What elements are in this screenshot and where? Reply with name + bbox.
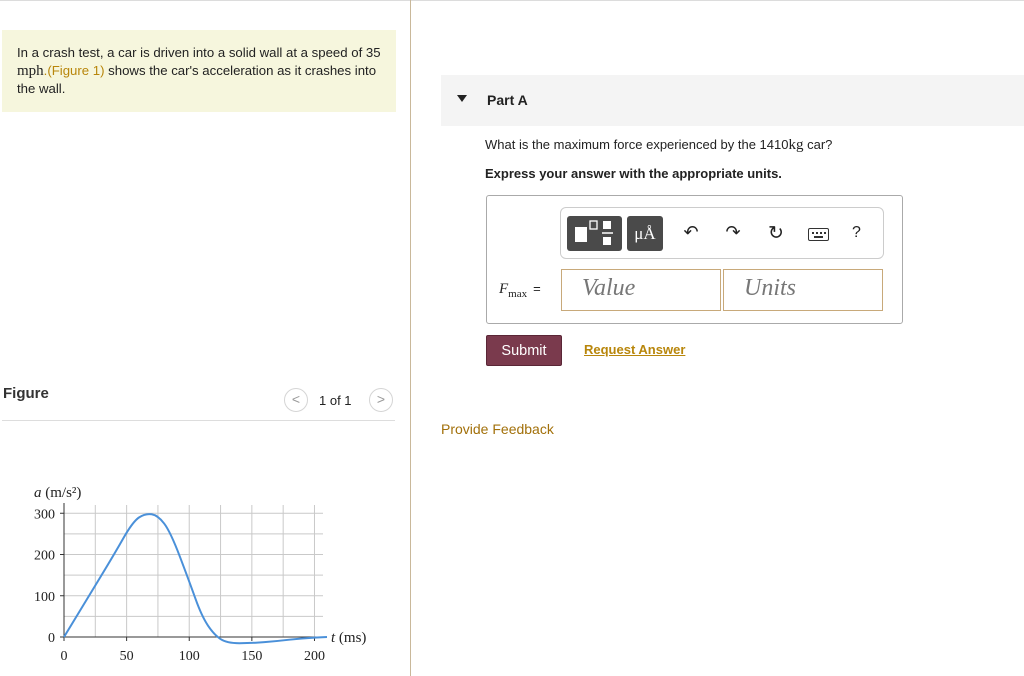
request-answer-link[interactable]: Request Answer bbox=[584, 342, 685, 357]
part-a-title[interactable]: Part A bbox=[487, 92, 528, 108]
prev-figure-button[interactable]: < bbox=[284, 388, 308, 412]
figure-link[interactable]: .(Figure 1) bbox=[44, 63, 105, 78]
question-pre: What is the maximum force experienced by… bbox=[485, 137, 789, 152]
y-tick-label: 0 bbox=[48, 631, 55, 646]
y-axis-label: a (m/s²) bbox=[34, 485, 81, 501]
question-unit: kg bbox=[788, 137, 804, 153]
figure-label: Figure bbox=[3, 385, 49, 402]
answer-equals: = bbox=[533, 281, 541, 296]
templates-icon bbox=[575, 220, 613, 245]
submit-button[interactable]: Submit bbox=[486, 335, 562, 366]
answer-symbol: F bbox=[499, 281, 509, 297]
provide-feedback-link[interactable]: Provide Feedback bbox=[441, 421, 554, 437]
x-tick-label: 50 bbox=[120, 649, 134, 664]
y-tick-label: 100 bbox=[34, 590, 55, 605]
caret-down-icon[interactable] bbox=[457, 95, 467, 102]
problem-text-part1: In a crash test, a car is driven into a … bbox=[17, 45, 381, 60]
answer-label: Fmax = bbox=[499, 281, 541, 300]
top-border bbox=[0, 0, 1024, 1]
undo-icon[interactable]: ↶ bbox=[680, 222, 702, 243]
question-post: car? bbox=[803, 137, 833, 152]
help-button[interactable]: ? bbox=[852, 224, 861, 242]
problem-statement: In a crash test, a car is driven into a … bbox=[2, 30, 396, 112]
redo-icon[interactable]: ↷ bbox=[722, 222, 744, 243]
part-a-header[interactable] bbox=[441, 75, 1024, 126]
question-text: What is the maximum force experienced by… bbox=[485, 137, 832, 154]
units-button[interactable]: μÅ bbox=[627, 216, 663, 251]
problem-text: In a crash test, a car is driven into a … bbox=[2, 30, 396, 98]
next-figure-button[interactable]: > bbox=[369, 388, 393, 412]
y-tick-label: 300 bbox=[34, 507, 55, 522]
units-input[interactable]: Units bbox=[723, 269, 883, 311]
speed-unit: mph bbox=[17, 62, 44, 79]
x-tick-label: 100 bbox=[179, 649, 200, 664]
templates-button[interactable] bbox=[567, 216, 622, 251]
x-axis-label: t (ms) bbox=[331, 630, 366, 646]
keyboard-icon[interactable] bbox=[808, 228, 829, 241]
figure-pager: 1 of 1 bbox=[319, 393, 352, 408]
chevron-right-icon: > bbox=[376, 391, 386, 407]
x-tick-label: 200 bbox=[304, 649, 325, 664]
y-tick-label: 200 bbox=[34, 549, 55, 564]
answer-instruction: Express your answer with the appropriate… bbox=[485, 166, 782, 181]
reset-icon[interactable]: ↻ bbox=[765, 222, 787, 245]
value-input[interactable]: Value bbox=[561, 269, 721, 311]
pane-divider bbox=[410, 0, 411, 676]
answer-subscript: max bbox=[508, 288, 528, 300]
figure-rule bbox=[2, 420, 395, 421]
chevron-left-icon: < bbox=[291, 391, 301, 407]
x-tick-label: 150 bbox=[241, 649, 262, 664]
x-tick-label: 0 bbox=[61, 649, 68, 664]
acceleration-chart: 0 100 200 300 0 50 100 150 200 a (m/s²) t (ms) bbox=[34, 485, 366, 664]
